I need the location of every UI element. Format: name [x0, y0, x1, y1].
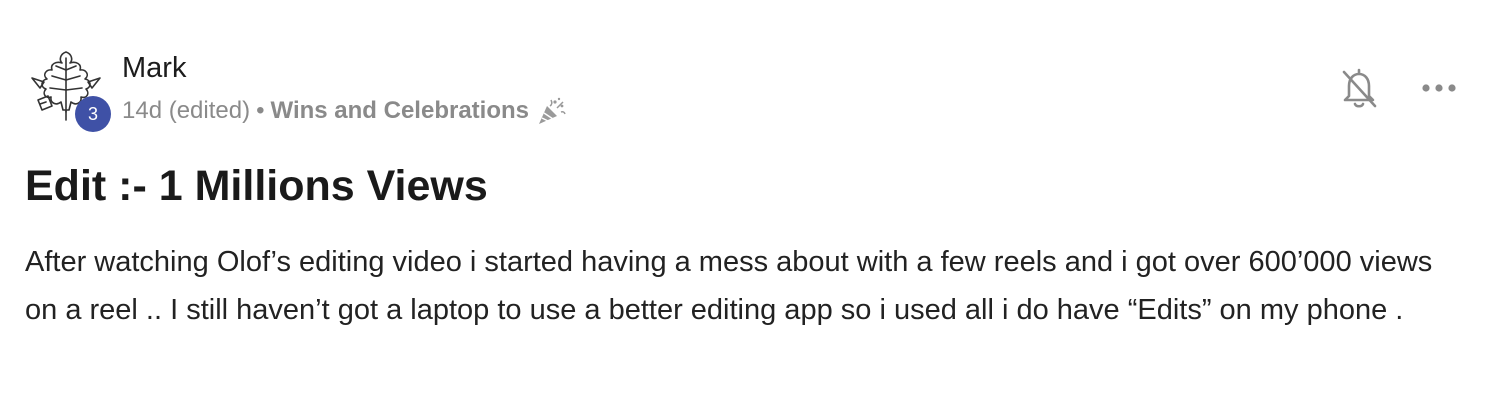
category-link[interactable]: Wins and Celebrations: [271, 97, 530, 125]
author-name[interactable]: Mark: [122, 50, 186, 86]
post-meta: 14d (edited) • Wins and Celebrations: [122, 95, 567, 127]
post-timestamp: 14d (edited): [122, 97, 251, 124]
more-dots-icon: [1422, 84, 1456, 92]
community-post: 3 Mark 14d (edited) • Wins and Celebrati…: [0, 0, 1512, 400]
level-badge: 3: [75, 96, 111, 132]
meta-separator: •: [256, 97, 265, 124]
notifications-toggle-button[interactable]: [1338, 64, 1380, 112]
party-popper-icon: [535, 96, 567, 126]
post-title: Edit :- 1 Millions Views: [25, 162, 488, 210]
post-body: After watching Olof’s editing video i st…: [25, 246, 1433, 326]
more-options-button[interactable]: [1418, 74, 1462, 102]
bell-off-icon: [1342, 68, 1377, 108]
